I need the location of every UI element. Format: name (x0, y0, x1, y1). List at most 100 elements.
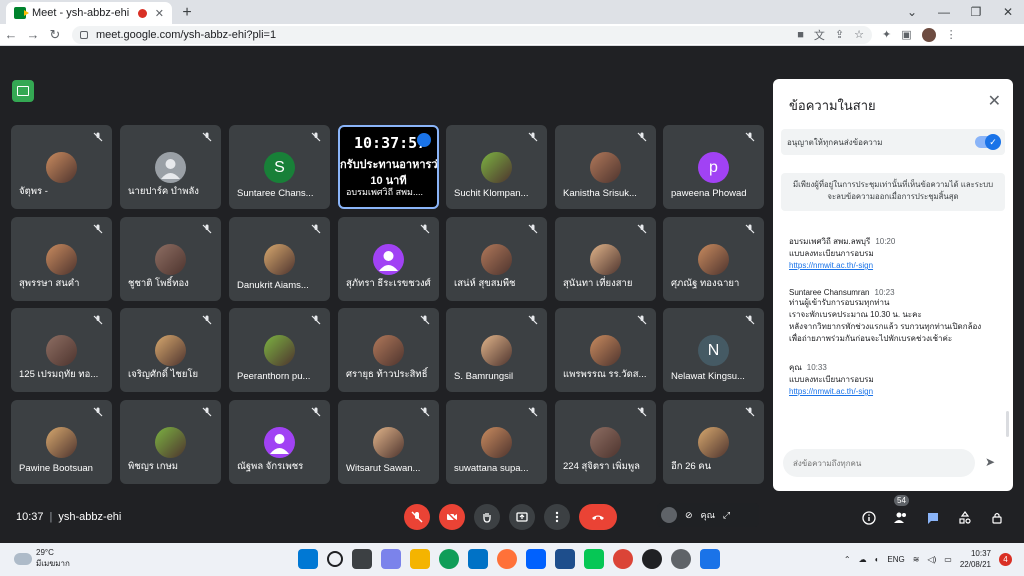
participant-tile[interactable]: ศรายุธ ท้าวประสิทธิ์ (338, 308, 439, 392)
participant-tile[interactable]: Suchit Klompan... (446, 125, 547, 209)
screen-share-tile[interactable]: 10:37:57 กรับประทานอาหารว่า 10 นาที อบรม… (338, 125, 439, 209)
participant-tile[interactable]: จัตุพร - (11, 125, 112, 209)
participant-tile[interactable]: Danukrit Aiams... (229, 217, 330, 301)
side-panel-icon[interactable]: ▣ (901, 28, 911, 41)
participant-tile[interactable]: S. Bamrungsil (446, 308, 547, 392)
leave-call-button[interactable] (579, 504, 617, 530)
battery-icon[interactable]: ▭ (944, 555, 952, 564)
file-explorer-icon[interactable] (410, 549, 430, 569)
maximize-button[interactable]: ❐ (960, 0, 992, 24)
participant-tile[interactable]: Pawine Bootsuan (11, 400, 112, 484)
participant-tile[interactable]: แพรพรรณ รร.วัดส... (555, 308, 656, 392)
allow-chat-toggle[interactable] (975, 134, 1001, 150)
dropbox-icon[interactable] (526, 549, 546, 569)
chat-link[interactable]: https://nmwit.ac.th/-sign (789, 260, 1001, 272)
browser-tab-meet[interactable]: Meet - ysh-abbz-ehi ✕ (6, 2, 172, 24)
participant-tile[interactable]: Witsarut Sawan... (338, 400, 439, 484)
meeting-code[interactable]: ysh-abbz-ehi (58, 511, 121, 523)
back-button[interactable]: ← (0, 27, 22, 42)
participant-tile[interactable]: นายปาร์ค บำพลัง (120, 125, 221, 209)
chat-message-input[interactable] (783, 449, 975, 477)
language-indicator[interactable]: ENG (887, 555, 904, 564)
task-view-icon[interactable] (352, 549, 372, 569)
close-chat-icon[interactable]: ✕ (988, 91, 1001, 111)
firefox-icon[interactable] (497, 549, 517, 569)
participant-tile[interactable]: อีก 26 คน (663, 400, 764, 484)
chat-link[interactable]: https://nmwit.ac.th/-sign (789, 386, 1001, 398)
participant-tile[interactable]: สุภัทรา ธีระเรขชวงศ์ (338, 217, 439, 301)
profile-avatar[interactable] (921, 27, 936, 42)
teams-chat-icon[interactable] (381, 549, 401, 569)
participant-tile[interactable]: ชูชาติ โพธิ์ทอง (120, 217, 221, 301)
camera-permission-icon[interactable]: ■ (797, 29, 804, 41)
mail-icon[interactable] (468, 549, 488, 569)
bookmark-star-icon[interactable]: ☆ (854, 28, 864, 41)
notification-badge[interactable]: 4 (999, 552, 1012, 566)
speaking-indicator-icon (417, 133, 431, 147)
participants-button[interactable]: 54 (892, 495, 910, 527)
obs-icon[interactable] (642, 549, 662, 569)
extensions-puzzle-icon[interactable]: ✦ (882, 28, 891, 41)
participant-tile[interactable]: Peeranthorn pu... (229, 308, 330, 392)
participant-tile[interactable]: p paweena Phowad (663, 125, 764, 209)
address-bar[interactable]: meet.google.com/ysh-abbz-ehi?pli=1 ■ 文 ⇪… (72, 25, 872, 44)
tray-app-icon[interactable]: ◐ (875, 555, 880, 564)
image-viewer-icon[interactable] (700, 549, 720, 569)
edge-browser-icon[interactable] (439, 549, 459, 569)
reload-button[interactable]: ↻ (44, 27, 66, 43)
chrome-icon[interactable] (613, 549, 633, 569)
tab-search-icon[interactable]: ⌄ (896, 0, 928, 24)
line-app-icon[interactable] (584, 549, 604, 569)
self-mic-off-icon[interactable] (661, 507, 677, 523)
settings-gear-icon[interactable] (671, 549, 691, 569)
tray-overflow-icon[interactable]: ⌃ (844, 555, 851, 564)
translate-icon[interactable]: 文 (814, 27, 825, 43)
participant-tile[interactable]: 224 สุจิตรา เพิ่มพูล (555, 400, 656, 484)
new-tab-button[interactable]: + (176, 2, 198, 24)
self-camera-off-icon[interactable]: ⊘ (685, 510, 693, 521)
forward-button[interactable]: → (22, 27, 44, 42)
activities-shapes-icon (959, 511, 971, 524)
meeting-details-button[interactable] (860, 509, 878, 527)
participant-tile[interactable]: สุพรรษา สนคำ (11, 217, 112, 301)
minimize-button[interactable]: — (928, 0, 960, 24)
participant-tile[interactable]: 125 เปรมฤทัย ทอ... (11, 308, 112, 392)
more-options-button[interactable] (544, 504, 570, 530)
participant-tile[interactable]: Kanistha Srisuk... (555, 125, 656, 209)
participant-tile[interactable]: สุนันทา เที่ยงสาย (555, 217, 656, 301)
host-controls-button[interactable] (988, 509, 1006, 527)
start-windows-icon[interactable] (298, 549, 318, 569)
share-icon[interactable]: ⇪ (835, 28, 844, 41)
close-window-button[interactable]: ✕ (992, 0, 1024, 24)
camera-toggle-button[interactable] (439, 504, 465, 530)
photos-app-icon[interactable] (555, 549, 575, 569)
participant-tile[interactable]: S Suntaree Chans... (229, 125, 330, 209)
participant-tile[interactable]: เสน่ห์ สุขสมพืช (446, 217, 547, 301)
fullscreen-icon[interactable]: ⤢ (723, 510, 730, 521)
search-icon[interactable] (327, 551, 343, 567)
volume-icon[interactable]: ◁) (927, 555, 936, 564)
layout-panel-icon[interactable] (12, 80, 34, 102)
participant-tile[interactable]: ณัฐพล จักรเพชร (229, 400, 330, 484)
close-tab-icon[interactable]: ✕ (155, 7, 164, 20)
onedrive-cloud-icon[interactable]: ☁ (859, 555, 867, 564)
present-now-button[interactable] (509, 504, 535, 530)
taskbar-clock[interactable]: 10:37 22/08/21 (960, 548, 991, 570)
chat-button[interactable] (924, 509, 942, 527)
participant-tile[interactable]: ศุภณัฐ ทองฉายา (663, 217, 764, 301)
weather-widget[interactable]: 29°C มีเมฆมาก (14, 548, 70, 570)
browser-toolbar: ← → ↻ meet.google.com/ysh-abbz-ehi?pli=1… (0, 24, 1024, 46)
wifi-icon[interactable]: ≋ (913, 555, 920, 564)
chat-scrollbar[interactable] (1006, 411, 1009, 437)
url-text[interactable]: meet.google.com/ysh-abbz-ehi?pli=1 (96, 29, 787, 41)
lock-icon[interactable] (80, 30, 88, 39)
participant-tile[interactable]: suwattana supa... (446, 400, 547, 484)
send-message-icon[interactable]: ➤ (985, 455, 999, 469)
participant-tile[interactable]: N Nelawat Kingsu... (663, 308, 764, 392)
participant-tile[interactable]: เจริญศักดิ์ ไชยโย (120, 308, 221, 392)
microphone-toggle-button[interactable] (404, 504, 430, 530)
browser-menu-icon[interactable]: ⋮ (946, 28, 957, 41)
raise-hand-button[interactable] (474, 504, 500, 530)
participant-tile[interactable]: พิชญร เกษม (120, 400, 221, 484)
activities-button[interactable] (956, 509, 974, 527)
